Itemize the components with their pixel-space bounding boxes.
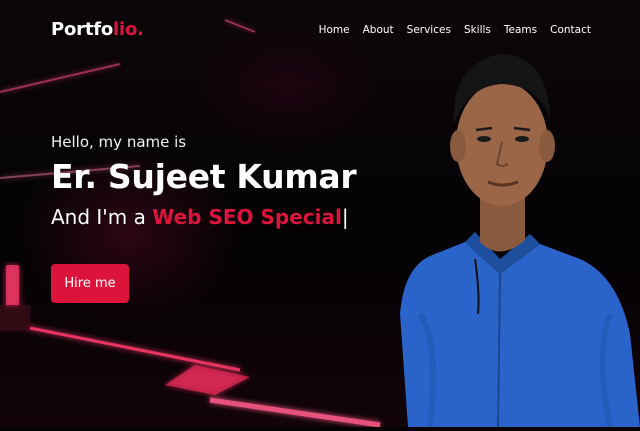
nav-link-home[interactable]: Home (319, 24, 350, 36)
logo-accent-text: lio. (113, 19, 144, 40)
logo-main-text: Portfo (51, 19, 114, 40)
hero-role-prefix: And I'm a (51, 205, 146, 229)
profile-photo-illustration (400, 54, 640, 428)
hero-role: And I'm a Web SEO Special| (51, 205, 381, 229)
hire-me-button[interactable]: Hire me (51, 264, 129, 303)
profile-photo (380, 14, 640, 428)
hero-content: Hello, my name is Er. Sujeet Kumar And I… (51, 133, 381, 303)
hero-role-typed: Web SEO Special (152, 205, 342, 229)
hero-greeting: Hello, my name is (51, 133, 187, 151)
site-logo[interactable]: Portfolio. (51, 19, 144, 40)
hero-name: Er. Sujeet Kumar (51, 157, 357, 196)
typing-cursor: | (341, 205, 349, 229)
